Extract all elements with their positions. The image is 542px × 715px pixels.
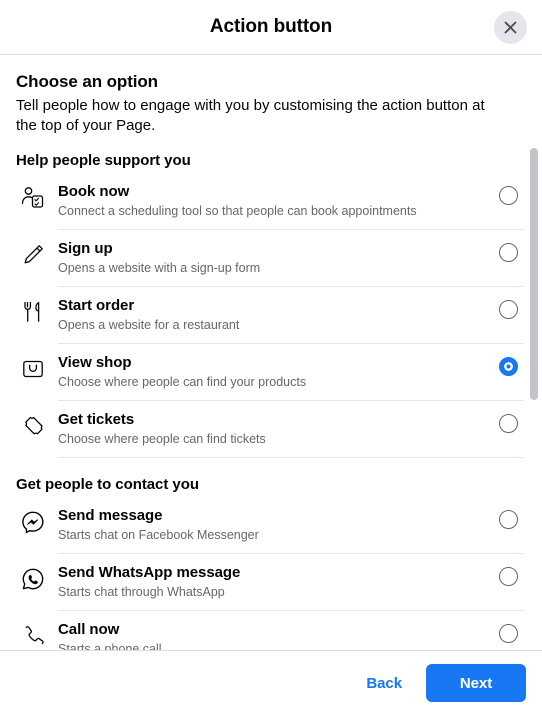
close-icon	[502, 19, 519, 36]
radio-book-now[interactable]	[498, 186, 518, 205]
shopping-bag-icon	[16, 353, 58, 382]
row-divider	[58, 457, 524, 458]
option-view-shop[interactable]: View shop Choose where people can find y…	[16, 344, 526, 400]
fork-knife-icon	[16, 296, 58, 325]
option-subtitle: Opens a website with a sign-up form	[58, 261, 261, 275]
option-text: Send WhatsApp message Starts chat throug…	[58, 563, 490, 601]
option-text: Start order Opens a website for a restau…	[58, 296, 490, 334]
ticket-icon	[16, 410, 58, 439]
options-scroll-area: Choose an option Tell people how to enga…	[0, 55, 542, 650]
messenger-icon	[16, 506, 58, 535]
option-title: Get tickets	[58, 411, 135, 428]
radio-wrap[interactable]	[490, 410, 526, 433]
back-button[interactable]: Back	[366, 675, 402, 692]
option-title: Book now	[58, 183, 130, 200]
dialog-footer: Back Next	[0, 650, 542, 715]
scrollbar-thumb[interactable]	[530, 148, 538, 400]
option-title: Call now	[58, 621, 120, 638]
option-text: View shop Choose where people can find y…	[58, 353, 490, 391]
option-text: Get tickets Choose where people can find…	[58, 410, 490, 448]
option-title: Send message	[58, 507, 163, 524]
dialog-title: Action button	[209, 16, 333, 37]
close-button[interactable]	[494, 11, 527, 44]
radio-wrap[interactable]	[490, 239, 526, 262]
option-book-now[interactable]: Book now Connect a scheduling tool so th…	[16, 173, 526, 229]
option-get-tickets[interactable]: Get tickets Choose where people can find…	[16, 401, 526, 457]
radio-call-now[interactable]	[498, 624, 518, 643]
action-button-dialog: Action button Choose an option Tell peop…	[0, 0, 542, 715]
option-title: Sign up	[58, 240, 113, 257]
option-text: Call now Starts a phone call	[58, 620, 490, 650]
option-subtitle: Starts chat on Facebook Messenger	[58, 528, 259, 542]
option-text: Sign up Opens a website with a sign-up f…	[58, 239, 490, 277]
radio-sign-up[interactable]	[498, 243, 518, 262]
scrollbar[interactable]	[530, 55, 540, 650]
radio-wrap[interactable]	[490, 620, 526, 643]
dialog-header: Action button	[0, 0, 542, 55]
option-start-order[interactable]: Start order Opens a website for a restau…	[16, 287, 526, 343]
next-button[interactable]: Next	[426, 664, 526, 702]
page-title: Choose an option	[16, 72, 158, 91]
option-title: Start order	[58, 297, 135, 314]
whatsapp-icon	[16, 563, 58, 592]
option-send-whatsapp-message[interactable]: Send WhatsApp message Starts chat throug…	[16, 554, 526, 610]
group-heading-support: Help people support you	[16, 152, 191, 169]
option-subtitle: Starts chat through WhatsApp	[58, 585, 225, 599]
radio-wrap[interactable]	[490, 296, 526, 319]
radio-send-whatsapp-message[interactable]	[498, 567, 518, 586]
radio-view-shop[interactable]	[498, 357, 518, 376]
option-subtitle: Connect a scheduling tool so that people…	[58, 204, 417, 218]
radio-wrap[interactable]	[490, 182, 526, 205]
option-text: Send message Starts chat on Facebook Mes…	[58, 506, 490, 544]
dialog-body: Choose an option Tell people how to enga…	[0, 55, 542, 650]
radio-wrap[interactable]	[490, 506, 526, 529]
option-subtitle: Opens a website for a restaurant	[58, 318, 240, 332]
option-call-now[interactable]: Call now Starts a phone call	[16, 611, 526, 650]
radio-send-message[interactable]	[498, 510, 518, 529]
radio-wrap[interactable]	[490, 353, 526, 376]
radio-wrap[interactable]	[490, 563, 526, 586]
pencil-icon	[16, 239, 58, 268]
radio-start-order[interactable]	[498, 300, 518, 319]
person-checklist-icon	[16, 182, 58, 211]
option-subtitle: Choose where people can find tickets	[58, 432, 266, 446]
option-sign-up[interactable]: Sign up Opens a website with a sign-up f…	[16, 230, 526, 286]
phone-icon	[16, 620, 58, 649]
option-subtitle: Choose where people can find your produc…	[58, 375, 307, 389]
page-description: Tell people how to engage with you by cu…	[16, 97, 485, 134]
option-title: View shop	[58, 354, 132, 371]
option-text: Book now Connect a scheduling tool so th…	[58, 182, 490, 220]
radio-get-tickets[interactable]	[498, 414, 518, 433]
option-send-message[interactable]: Send message Starts chat on Facebook Mes…	[16, 497, 526, 553]
option-title: Send WhatsApp message	[58, 564, 241, 581]
group-heading-contact: Get people to contact you	[16, 476, 199, 493]
option-subtitle: Starts a phone call	[58, 642, 162, 650]
